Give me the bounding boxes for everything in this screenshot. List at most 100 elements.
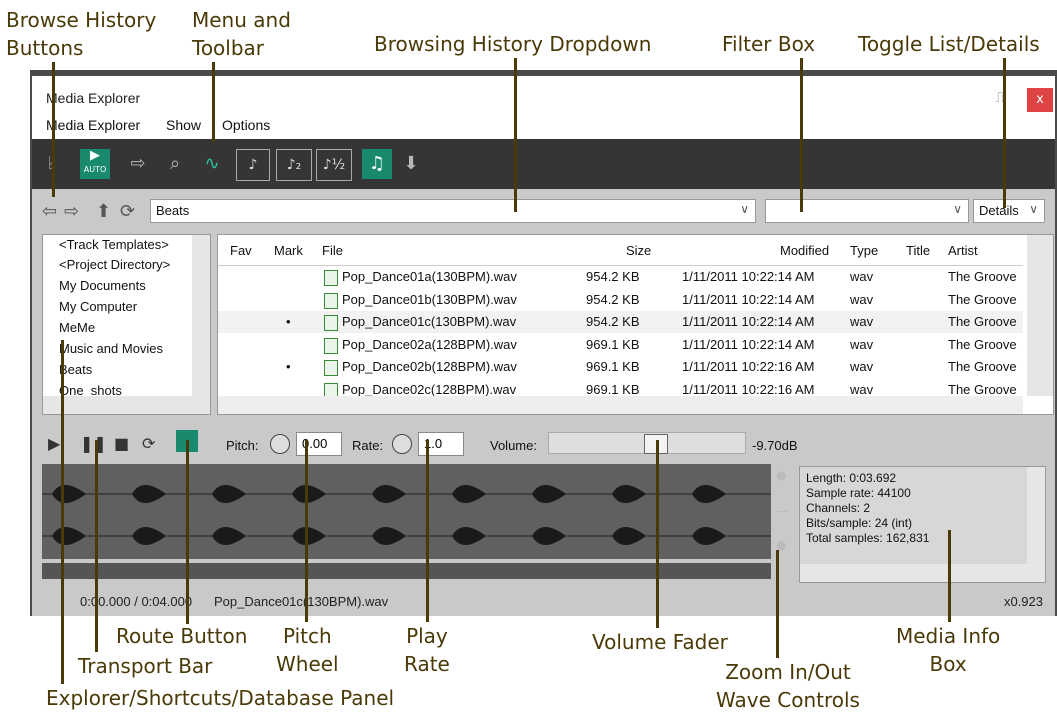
callout-pitch-wheel: Pitch Wheel xyxy=(276,622,339,678)
download-icon[interactable]: ⬇ xyxy=(398,149,424,179)
refresh-icon[interactable]: ⟳ xyxy=(120,201,135,222)
path-value: Beats xyxy=(156,203,190,218)
col-size[interactable]: Size xyxy=(626,243,651,258)
cell-type: wav xyxy=(850,381,874,397)
wave-burst xyxy=(612,485,646,503)
tree-item[interactable]: <Project Directory> xyxy=(59,257,170,272)
wave-burst xyxy=(452,527,486,545)
col-mark[interactable]: Mark xyxy=(274,243,303,258)
cell-size: 969.1 KB xyxy=(586,381,640,397)
info-hscrollbar[interactable] xyxy=(800,564,1045,582)
wave-burst xyxy=(692,485,726,503)
repeat-icon[interactable]: ⟳ xyxy=(142,434,155,453)
search-wave-icon[interactable]: ⌕ xyxy=(160,149,190,179)
view-mode-toggle[interactable]: Details ∨ xyxy=(973,199,1045,223)
note-half-icon[interactable]: ♪½ xyxy=(316,149,352,181)
zoom-controls[interactable]: ● — ● xyxy=(772,466,794,561)
zoom-in-icon[interactable]: ● xyxy=(776,468,786,482)
wave-burst xyxy=(52,527,86,545)
info-scrollbar[interactable] xyxy=(1027,467,1045,564)
leader-filter xyxy=(800,58,803,212)
tree-item[interactable]: My Computer xyxy=(59,299,137,314)
pitch-wheel[interactable] xyxy=(270,434,290,454)
wave-burst xyxy=(692,527,726,545)
tree-item[interactable]: <Track Templates> xyxy=(59,237,169,252)
callout-zoom-controls: Zoom In/Out Wave Controls xyxy=(716,658,860,714)
wave-burst xyxy=(372,485,406,503)
callout-toggle-list: Toggle List/Details xyxy=(858,32,1040,56)
col-fav[interactable]: Fav xyxy=(230,243,252,258)
info-line: Bits/sample: 24 (int) xyxy=(806,516,913,530)
autoplay-button[interactable]: ▶ AUTO xyxy=(80,149,110,179)
route-arrow-icon[interactable]: ⇨ xyxy=(122,149,154,179)
table-row[interactable]: Pop_Dance02a(128BPM).wav 969.1 KB 1/11/201… xyxy=(218,334,1023,356)
col-type[interactable]: Type xyxy=(850,243,878,258)
table-row[interactable]: • Pop_Dance02b(128BPM).wav 969.1 KB 1/11/20… xyxy=(218,356,1023,378)
cell-size: 969.1 KB xyxy=(586,336,640,352)
wave-burst xyxy=(532,527,566,545)
col-title[interactable]: Title xyxy=(906,243,930,258)
leader-transport xyxy=(95,440,98,652)
callout-volume-fader: Volume Fader xyxy=(592,630,728,654)
list-scrollbar[interactable] xyxy=(1027,235,1053,396)
rate-input[interactable]: 1.0 xyxy=(418,432,464,456)
cell-modified: 1/11/2011 10:22:16 AM xyxy=(682,359,815,374)
waveform-svg xyxy=(42,485,771,545)
menu-show[interactable]: Show xyxy=(166,117,201,133)
cell-file: Pop_Dance02a(128BPM).wav xyxy=(342,336,517,352)
status-file: Pop_Dance01c(130BPM).wav xyxy=(214,594,389,609)
play-icon[interactable]: ▶ xyxy=(48,434,60,453)
cell-artist: The Groove xyxy=(948,291,1017,307)
note-x2-icon[interactable]: ♪₂ xyxy=(276,149,312,181)
rate-wheel[interactable] xyxy=(392,434,412,454)
menu-options[interactable]: Options xyxy=(222,117,270,133)
cell-file: Pop_Dance02c(128BPM).wav xyxy=(342,381,517,397)
col-artist[interactable]: Artist xyxy=(948,243,978,258)
info-line: Sample rate: 44100 xyxy=(806,486,911,500)
col-modified[interactable]: Modified xyxy=(780,243,829,258)
browsing-history-dropdown[interactable]: Beats ∨ xyxy=(150,199,756,223)
lock-tempo-icon[interactable]: ♫ xyxy=(362,149,392,179)
wave-burst xyxy=(52,485,86,503)
pitch-label: Pitch: xyxy=(226,438,259,453)
note-icon[interactable]: ♪ xyxy=(236,149,270,181)
tree-scrollbar[interactable] xyxy=(192,235,210,396)
stop-icon[interactable]: ■ xyxy=(114,434,129,453)
zoom-reset-icon[interactable]: — xyxy=(776,504,788,518)
callout-history-dropdown: Browsing History Dropdown xyxy=(374,32,652,56)
list-hscrollbar[interactable] xyxy=(218,396,1023,414)
cell-mark: • xyxy=(286,359,291,374)
wave-burst xyxy=(292,485,326,503)
explorer-tree[interactable]: <Track Templates> <Project Directory> My… xyxy=(42,234,211,415)
wave-info-icon[interactable]: ∿ xyxy=(196,149,228,179)
chevron-down-icon: ∨ xyxy=(740,202,749,216)
col-file[interactable]: File xyxy=(322,243,343,258)
wave-scrollbar[interactable] xyxy=(42,563,771,579)
wave-burst xyxy=(532,485,566,503)
waveform-display[interactable] xyxy=(42,464,771,559)
table-row[interactable]: • Pop_Dance01c(130BPM).wav 954.2 KB 1/11/20… xyxy=(218,311,1023,333)
file-list[interactable]: Fav Mark File Size Modified Type Title A… xyxy=(217,234,1054,415)
table-row[interactable]: Pop_Dance01b(130BPM).wav 954.2 KB 1/11/201… xyxy=(218,289,1023,311)
leader-route xyxy=(186,440,189,624)
tree-hscrollbar[interactable] xyxy=(43,396,210,414)
back-arrow-icon[interactable]: ⇦ xyxy=(42,201,57,222)
tree-item[interactable]: MeMe xyxy=(59,320,95,335)
table-row[interactable]: Pop_Dance01a(130BPM).wav 954.2 KB 1/11/201… xyxy=(218,266,1023,288)
tree-item[interactable]: Music and Movies xyxy=(59,341,163,356)
callout-text: Zoom In/Out Wave Controls xyxy=(716,660,860,712)
volume-fader[interactable] xyxy=(548,432,746,454)
filter-box[interactable]: ∨ xyxy=(765,199,969,223)
callout-explorer-panel: Explorer/Shortcuts/Database Panel xyxy=(46,686,395,710)
up-folder-icon[interactable]: ⬆ xyxy=(96,201,111,222)
forward-arrow-icon[interactable]: ⇨ xyxy=(64,201,79,222)
close-button[interactable]: x xyxy=(1027,88,1053,112)
pause-icon[interactable]: ❚❚ xyxy=(80,434,107,453)
list-header: Fav Mark File Size Modified Type Title A… xyxy=(218,235,1023,266)
menu-media-explorer[interactable]: Media Explorer xyxy=(46,117,140,133)
tree-item[interactable]: My Documents xyxy=(59,278,146,293)
cell-type: wav xyxy=(850,359,874,374)
cell-artist: The Groove xyxy=(948,336,1017,352)
wav-file-icon xyxy=(324,270,338,286)
pitch-input[interactable]: 0.00 xyxy=(296,432,342,456)
